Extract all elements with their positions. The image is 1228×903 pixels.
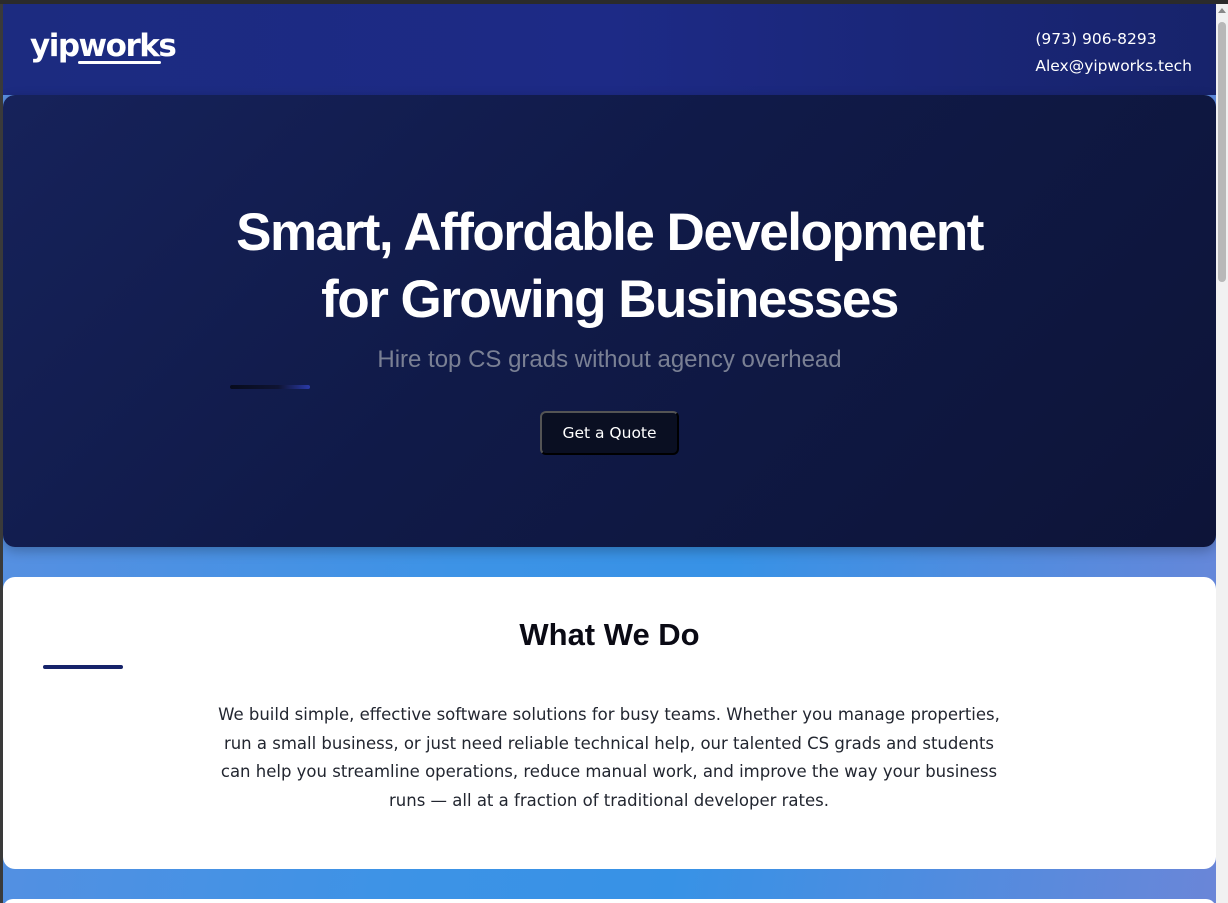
hero-title-line2: for Growing Businesses (321, 270, 899, 329)
section-body: We build simple, effective software solu… (218, 705, 1000, 810)
hero-subtitle: Hire top CS grads without agency overhea… (377, 346, 842, 373)
page: yipworks (973) 906-8293 Alex@yipworks.te… (3, 4, 1216, 903)
hero-accent-bar (230, 385, 310, 389)
vertical-scrollbar[interactable] (1216, 4, 1228, 903)
site-header: yipworks (973) 906-8293 Alex@yipworks.te… (3, 4, 1216, 95)
phone-link[interactable]: (973) 906-8293 (1035, 26, 1192, 53)
email-link[interactable]: Alex@yipworks.tech (1035, 53, 1192, 80)
section-accent-bar (43, 665, 123, 669)
logo-underline (78, 61, 161, 64)
hero-title: Smart, Affordable Development for Growin… (3, 199, 1216, 333)
hero-section: Smart, Affordable Development for Growin… (3, 95, 1216, 547)
section-title: What We Do (519, 617, 700, 652)
get-quote-button[interactable]: Get a Quote (540, 411, 679, 455)
what-we-do-card: What We Do We build simple, effective so… (3, 577, 1216, 869)
hero-title-line1: Smart, Affordable Development (236, 203, 984, 262)
next-section-card (3, 899, 1216, 903)
scroll-up-arrow-icon[interactable] (1218, 8, 1226, 13)
contact-info: (973) 906-8293 Alex@yipworks.tech (1035, 26, 1192, 80)
scroll-thumb[interactable] (1218, 22, 1226, 282)
logo[interactable]: yipworks (30, 28, 177, 64)
